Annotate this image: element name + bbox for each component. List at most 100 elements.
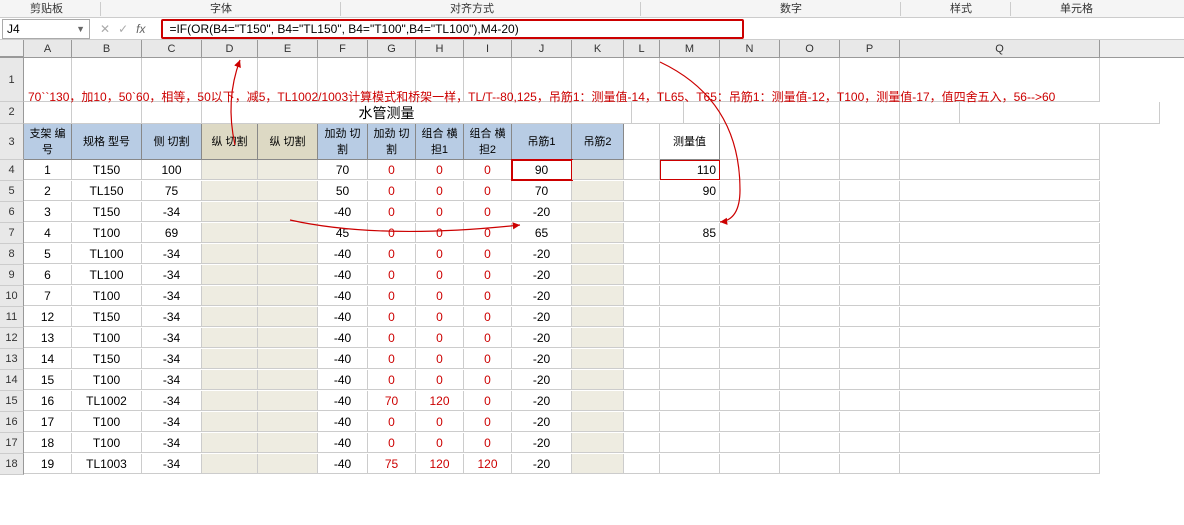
cell[interactable]: 0: [416, 160, 464, 180]
cell[interactable]: -34: [142, 244, 202, 264]
cell[interactable]: -34: [142, 307, 202, 327]
ribbon-group-cell[interactable]: 单元格: [1060, 0, 1093, 16]
cell[interactable]: -40: [318, 286, 368, 306]
col-header[interactable]: H: [416, 40, 464, 57]
cell[interactable]: [258, 286, 318, 306]
cell[interactable]: [660, 265, 720, 285]
cell[interactable]: [720, 286, 780, 306]
cell[interactable]: [900, 160, 1100, 180]
cell[interactable]: [720, 202, 780, 222]
cell[interactable]: [660, 328, 720, 348]
cell[interactable]: [258, 370, 318, 390]
cell[interactable]: [258, 328, 318, 348]
select-all-corner[interactable]: [0, 40, 24, 57]
th[interactable]: 吊筋1: [512, 124, 572, 160]
cell[interactable]: [258, 160, 318, 180]
cell[interactable]: 100: [142, 160, 202, 180]
cell[interactable]: [660, 412, 720, 432]
cell[interactable]: [900, 391, 1100, 411]
th[interactable]: 加劲 切割: [318, 124, 368, 160]
cell[interactable]: 120: [416, 454, 464, 474]
cell[interactable]: -40: [318, 370, 368, 390]
cell[interactable]: TL150: [72, 181, 142, 201]
cell[interactable]: 0: [416, 223, 464, 243]
row-header[interactable]: 4: [0, 160, 24, 181]
cell[interactable]: [780, 160, 840, 180]
th[interactable]: 支架 编号: [24, 124, 72, 160]
cell[interactable]: 70: [318, 160, 368, 180]
col-header[interactable]: M: [660, 40, 720, 57]
cell[interactable]: 0: [464, 286, 512, 306]
cell[interactable]: -34: [142, 349, 202, 369]
cell[interactable]: -20: [512, 370, 572, 390]
cell[interactable]: 0: [416, 412, 464, 432]
cell[interactable]: 0: [416, 286, 464, 306]
cell[interactable]: [720, 391, 780, 411]
cell[interactable]: [572, 328, 624, 348]
row-header[interactable]: 7: [0, 223, 24, 244]
cell[interactable]: [900, 286, 1100, 306]
cell[interactable]: [572, 286, 624, 306]
cell[interactable]: -34: [142, 412, 202, 432]
cell[interactable]: [624, 265, 660, 285]
col-header[interactable]: J: [512, 40, 572, 57]
cell[interactable]: [660, 307, 720, 327]
cell[interactable]: -34: [142, 328, 202, 348]
cell[interactable]: -20: [512, 391, 572, 411]
ribbon-group-style[interactable]: 样式: [950, 0, 972, 16]
cell[interactable]: T100: [72, 412, 142, 432]
cell[interactable]: [780, 265, 840, 285]
col-header[interactable]: A: [24, 40, 72, 57]
cell[interactable]: [900, 181, 1100, 201]
row-header[interactable]: 6: [0, 202, 24, 223]
spreadsheet-grid[interactable]: A B C D E F G H I J K L M N O P Q 1: [0, 40, 1184, 475]
cell[interactable]: TL1002: [72, 391, 142, 411]
cell[interactable]: [660, 454, 720, 474]
cell[interactable]: 13: [24, 328, 72, 348]
cell[interactable]: 17: [24, 412, 72, 432]
cell[interactable]: -40: [318, 412, 368, 432]
cell[interactable]: [840, 181, 900, 201]
cell[interactable]: [660, 370, 720, 390]
cell[interactable]: 75: [368, 454, 416, 474]
col-header[interactable]: D: [202, 40, 258, 57]
cell[interactable]: 14: [24, 349, 72, 369]
th[interactable]: 加劲 切割: [368, 124, 416, 160]
cell[interactable]: [572, 370, 624, 390]
cell[interactable]: [624, 391, 660, 411]
cell[interactable]: 65: [512, 223, 572, 243]
cell[interactable]: [624, 454, 660, 474]
cell[interactable]: T100: [72, 370, 142, 390]
cell[interactable]: 0: [368, 412, 416, 432]
row-header[interactable]: 13: [0, 349, 24, 370]
cell[interactable]: [780, 244, 840, 264]
cell[interactable]: 0: [416, 349, 464, 369]
row-header[interactable]: 5: [0, 181, 24, 202]
cell[interactable]: [840, 160, 900, 180]
name-box[interactable]: J4 ▼: [2, 19, 90, 39]
cell[interactable]: [900, 370, 1100, 390]
cell[interactable]: [900, 454, 1100, 474]
cell[interactable]: [840, 328, 900, 348]
cell[interactable]: 0: [416, 181, 464, 201]
col-header[interactable]: C: [142, 40, 202, 57]
cell[interactable]: 45: [318, 223, 368, 243]
cell[interactable]: [840, 265, 900, 285]
cell[interactable]: TL100: [72, 244, 142, 264]
cell[interactable]: [720, 265, 780, 285]
cell[interactable]: T100: [72, 328, 142, 348]
th[interactable]: 纵 切割: [258, 124, 318, 160]
cell[interactable]: 16: [24, 391, 72, 411]
cell[interactable]: [840, 349, 900, 369]
cell[interactable]: [624, 160, 660, 180]
cell[interactable]: 0: [416, 433, 464, 453]
cell[interactable]: -40: [318, 328, 368, 348]
cell[interactable]: -20: [512, 202, 572, 222]
cell[interactable]: 0: [464, 181, 512, 201]
cell[interactable]: 0: [464, 349, 512, 369]
cell[interactable]: [660, 202, 720, 222]
cell[interactable]: [202, 160, 258, 180]
col-header[interactable]: G: [368, 40, 416, 57]
cell[interactable]: [720, 223, 780, 243]
cell[interactable]: 69: [142, 223, 202, 243]
